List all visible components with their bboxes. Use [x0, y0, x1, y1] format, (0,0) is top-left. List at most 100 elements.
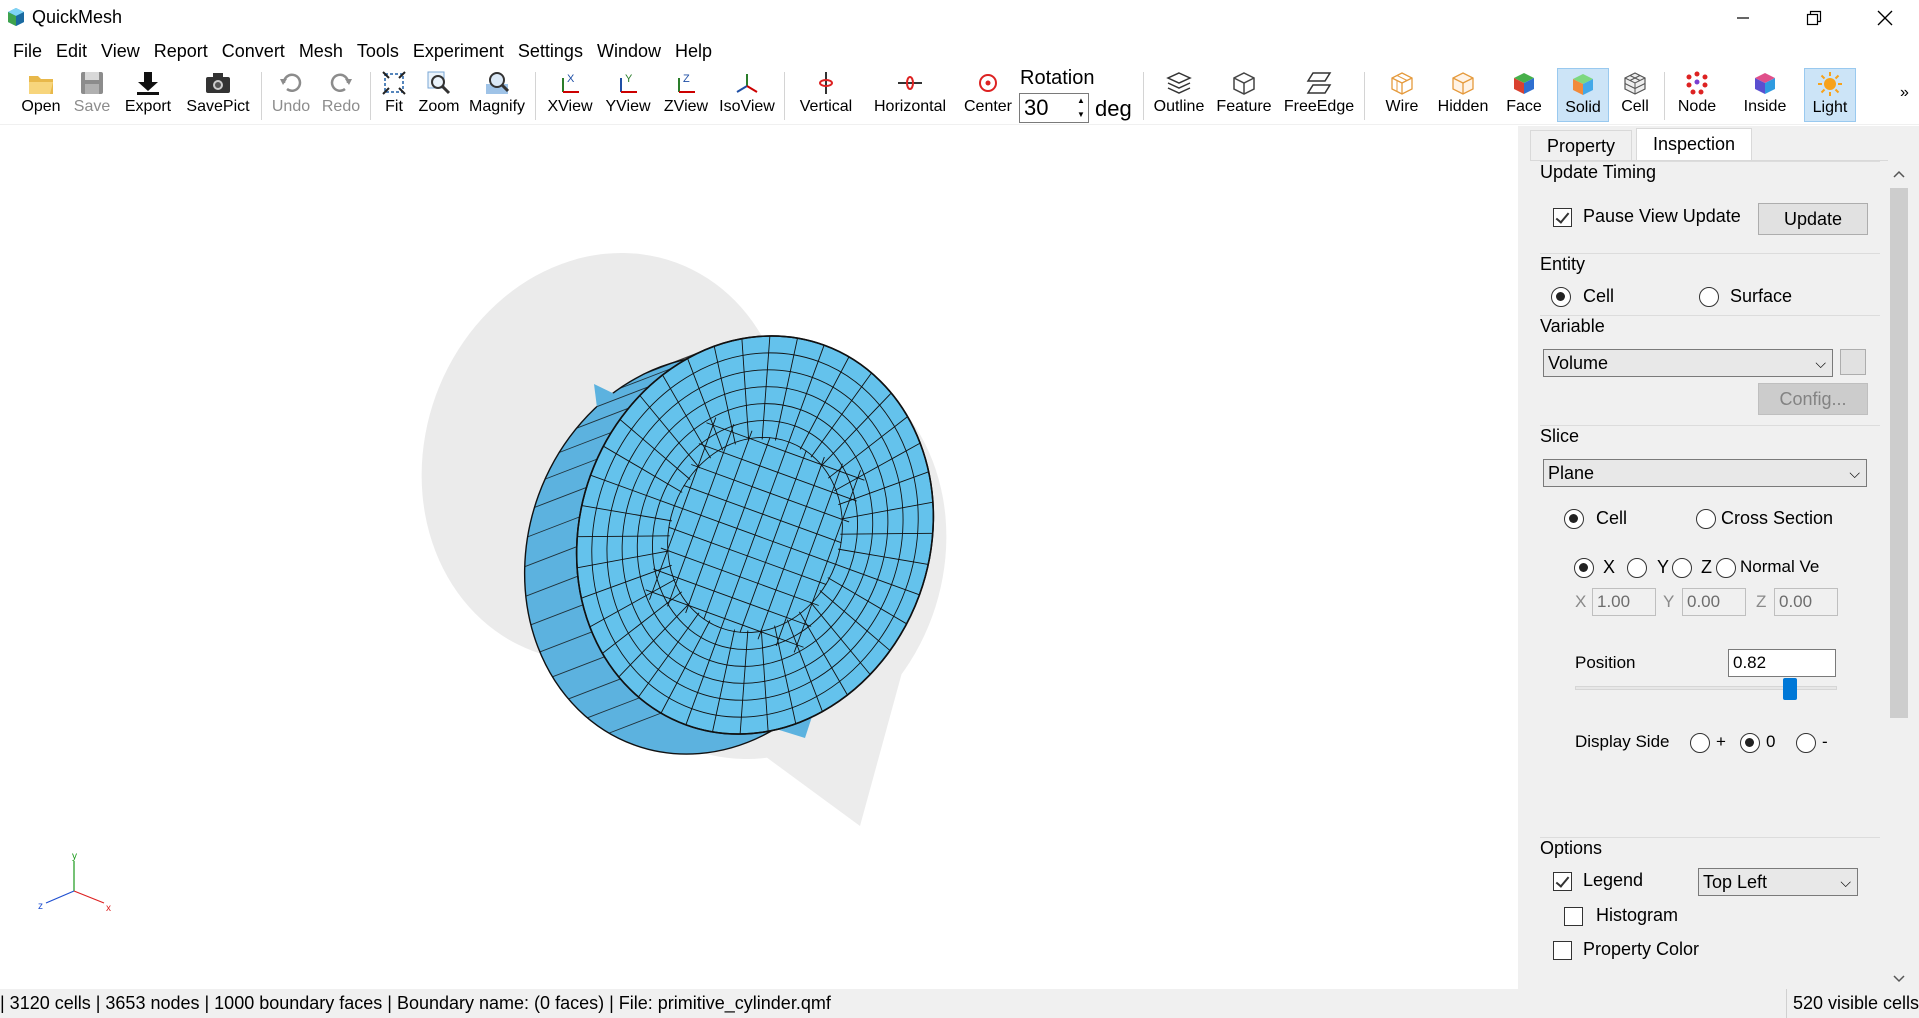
center-button[interactable]: Center — [958, 68, 1018, 122]
rotation-spinner[interactable]: ▲ ▼ — [1074, 94, 1088, 122]
open-button[interactable]: Open — [14, 68, 68, 122]
savepict-button[interactable]: SavePict — [180, 68, 256, 122]
solid-button[interactable]: Solid — [1557, 68, 1609, 122]
free-edge-icon — [1306, 72, 1332, 94]
vec-y-input[interactable]: 0.00 — [1682, 588, 1746, 616]
slice-cross-section-radio[interactable] — [1696, 509, 1716, 529]
xview-button[interactable]: X XView — [542, 68, 598, 122]
zview-button[interactable]: Z ZView — [658, 68, 714, 122]
menu-report[interactable]: Report — [147, 37, 215, 65]
node-button[interactable]: Node — [1672, 68, 1722, 122]
3d-viewport[interactable]: y z x — [0, 126, 1518, 989]
minimize-icon — [1737, 17, 1749, 19]
restore-button[interactable] — [1778, 0, 1850, 36]
menu-bar: File Edit View Report Convert Mesh Tools… — [0, 36, 1919, 66]
cell-mesh-icon — [1624, 72, 1646, 95]
inside-button[interactable]: Inside — [1738, 68, 1792, 122]
status-mesh-info: | 3120 cells | 3653 nodes | 1000 boundar… — [0, 993, 831, 1013]
position-slider-track[interactable] — [1575, 686, 1837, 690]
legend-position-select[interactable]: Top Left ⌵ — [1698, 868, 1858, 896]
light-button[interactable]: Light — [1804, 68, 1856, 122]
slice-mode-select[interactable]: Plane ⌵ — [1543, 459, 1867, 487]
tab-property[interactable]: Property — [1530, 130, 1633, 160]
minimize-button[interactable] — [1707, 0, 1779, 36]
panel-splitter[interactable] — [1518, 126, 1530, 989]
cell-view-button[interactable]: Cell — [1612, 68, 1658, 122]
face-button[interactable]: Face — [1496, 68, 1552, 122]
magnify-button[interactable]: Magnify — [466, 68, 528, 122]
svg-text:X: X — [567, 73, 575, 85]
rotation-label: Rotation — [1020, 67, 1095, 89]
spin-up-arrow-icon[interactable]: ▲ — [1074, 94, 1088, 108]
display-side-plus-radio[interactable] — [1690, 733, 1710, 753]
menu-window[interactable]: Window — [590, 37, 668, 65]
menu-view[interactable]: View — [94, 37, 147, 65]
outline-button[interactable]: Outline — [1150, 68, 1208, 122]
variable-select[interactable]: Volume ⌵ — [1543, 349, 1833, 377]
slice-cell-radio[interactable] — [1564, 509, 1584, 529]
menu-settings[interactable]: Settings — [511, 37, 590, 65]
pause-view-update-checkbox[interactable] — [1553, 208, 1572, 227]
position-slider-thumb[interactable] — [1782, 678, 1797, 700]
menu-experiment[interactable]: Experiment — [406, 37, 511, 65]
vertical-button[interactable]: Vertical — [790, 68, 862, 122]
variable-extra-button[interactable] — [1840, 349, 1866, 375]
scroll-up-icon[interactable] — [1888, 164, 1910, 184]
menu-mesh[interactable]: Mesh — [292, 37, 350, 65]
hidden-button[interactable]: Hidden — [1432, 68, 1494, 122]
update-timing-group: Update Timing Pause View Update Update — [1540, 161, 1880, 253]
vec-x-input[interactable]: 1.00 — [1592, 588, 1656, 616]
spin-down-arrow-icon[interactable]: ▼ — [1074, 108, 1088, 122]
display-side-minus-radio[interactable] — [1796, 733, 1816, 753]
undo-button[interactable]: Undo — [268, 68, 314, 122]
toolbar-separator — [370, 72, 371, 120]
entity-cell-radio[interactable] — [1551, 287, 1571, 307]
menu-convert[interactable]: Convert — [215, 37, 292, 65]
axis-z-radio[interactable] — [1672, 558, 1692, 578]
position-input[interactable]: 0.82 — [1728, 649, 1836, 677]
menu-help[interactable]: Help — [668, 37, 719, 65]
property-color-checkbox[interactable] — [1553, 941, 1572, 960]
menu-edit[interactable]: Edit — [49, 37, 94, 65]
panel-scrollbar-thumb[interactable] — [1890, 188, 1908, 718]
update-timing-title: Update Timing — [1540, 162, 1657, 182]
options-group: Options Legend Top Left ⌵ Histogram Prop… — [1540, 837, 1880, 989]
scroll-down-icon[interactable] — [1888, 969, 1910, 989]
feature-button[interactable]: Feature — [1210, 68, 1278, 122]
toolbar-overflow-button[interactable]: » — [1900, 84, 1909, 102]
save-button[interactable]: Save — [68, 68, 116, 122]
entity-surface-radio[interactable] — [1699, 287, 1719, 307]
wire-button[interactable]: Wire — [1374, 68, 1430, 122]
config-button[interactable]: Config... — [1758, 383, 1868, 415]
sun-light-icon — [1818, 72, 1842, 96]
axis-y-radio[interactable] — [1627, 558, 1647, 578]
rotation-unit: deg — [1095, 96, 1132, 121]
histogram-checkbox[interactable] — [1564, 907, 1583, 926]
axis-x-radio[interactable] — [1574, 558, 1594, 578]
fit-button[interactable]: Fit — [376, 68, 412, 122]
vec-z-input[interactable]: 0.00 — [1774, 588, 1838, 616]
app-logo-icon — [8, 8, 24, 26]
display-side-zero-radio[interactable] — [1740, 733, 1760, 753]
export-button[interactable]: Export — [118, 68, 178, 122]
menu-file[interactable]: File — [6, 37, 49, 65]
axis-normal-vector-radio[interactable] — [1716, 558, 1736, 578]
freeedge-button[interactable]: FreeEdge — [1280, 68, 1358, 122]
menu-tools[interactable]: Tools — [350, 37, 406, 65]
legend-checkbox[interactable] — [1553, 872, 1572, 891]
svg-text:Y: Y — [625, 73, 633, 85]
undo-icon — [280, 73, 302, 92]
horizontal-button[interactable]: Horizontal — [864, 68, 956, 122]
z-view-axes-icon: Z — [678, 73, 695, 93]
isoview-button[interactable]: IsoView — [716, 68, 778, 122]
close-window-button[interactable] — [1849, 0, 1919, 36]
zoom-button[interactable]: Zoom — [414, 68, 464, 122]
toolbar-separator — [535, 72, 536, 120]
mesh-render[interactable] — [0, 126, 1518, 989]
redo-button[interactable]: Redo — [318, 68, 364, 122]
tab-inspection[interactable]: Inspection — [1636, 128, 1753, 160]
update-button[interactable]: Update — [1758, 203, 1868, 235]
yview-button[interactable]: Y YView — [600, 68, 656, 122]
close-icon — [1877, 10, 1893, 26]
restore-icon — [1806, 10, 1822, 26]
